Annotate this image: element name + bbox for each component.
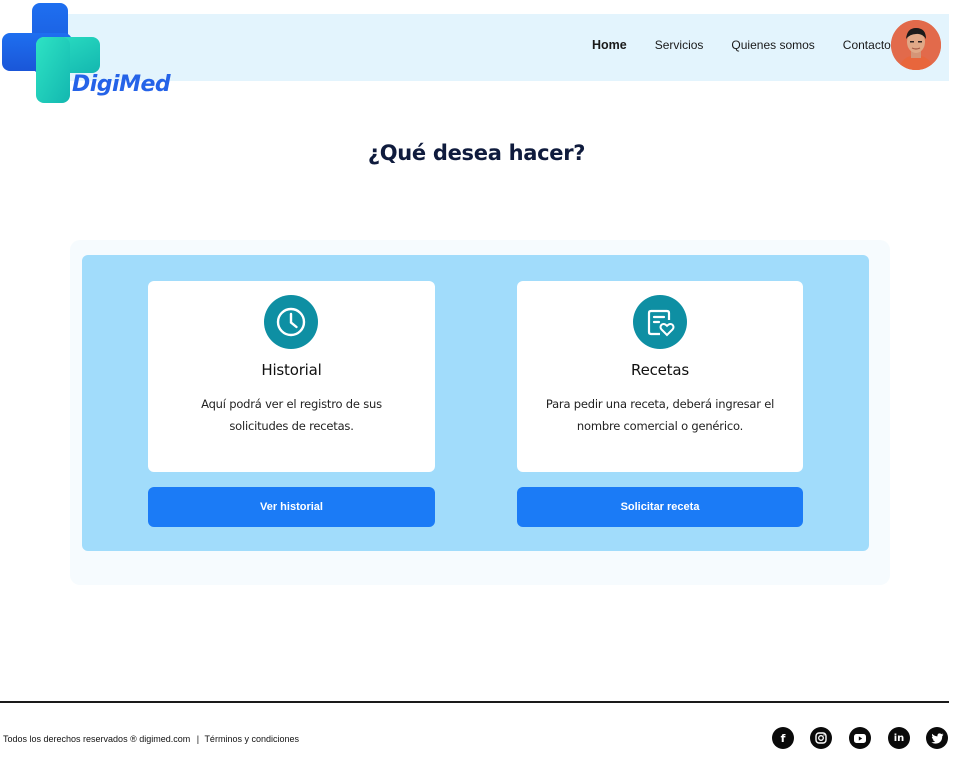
card-historial-description: Aquí podrá ver el registro de sus solici… bbox=[201, 397, 382, 433]
youtube-icon[interactable] bbox=[849, 727, 871, 749]
footer-copyright: Todos los derechos reservados ® digimed.… bbox=[3, 734, 191, 744]
user-avatar[interactable] bbox=[891, 20, 941, 70]
card-historial-title: Historial bbox=[261, 361, 322, 379]
card-recetas-icon-wrap bbox=[633, 295, 687, 349]
logo[interactable]: DigiMed bbox=[0, 0, 171, 108]
card-recetas: Recetas Para pedir una receta, deberá in… bbox=[517, 281, 803, 472]
instagram-icon[interactable] bbox=[810, 727, 832, 749]
user-avatar-icon bbox=[891, 20, 941, 70]
footer-text: Todos los derechos reservados ® digimed.… bbox=[3, 734, 299, 744]
prescription-heart-icon bbox=[647, 309, 675, 337]
nav-home[interactable]: Home bbox=[592, 38, 627, 52]
nav-contacto[interactable]: Contacto bbox=[843, 38, 891, 52]
ver-historial-button[interactable]: Ver historial bbox=[148, 487, 435, 527]
main-nav: Home Servicios Quienes somos Contacto bbox=[592, 38, 891, 52]
linkedin-icon[interactable]: in bbox=[888, 727, 910, 749]
footer-separator: | bbox=[196, 734, 200, 744]
footer-divider bbox=[0, 701, 949, 703]
solicitar-receta-button[interactable]: Solicitar receta bbox=[517, 487, 803, 527]
card-historial-icon-wrap bbox=[264, 295, 318, 349]
linkedin-glyph: in bbox=[893, 732, 905, 744]
youtube-glyph bbox=[854, 733, 866, 743]
clock-icon bbox=[276, 307, 306, 337]
twitter-icon[interactable] bbox=[926, 727, 948, 749]
brand-name: DigiMed bbox=[72, 72, 171, 97]
terms-link[interactable]: Términos y condiciones bbox=[204, 734, 299, 744]
instagram-glyph bbox=[815, 732, 827, 744]
card-recetas-description: Para pedir una receta, deberá ingresar e… bbox=[545, 397, 775, 433]
twitter-glyph bbox=[930, 732, 943, 744]
facebook-glyph: f bbox=[780, 731, 786, 745]
facebook-icon[interactable]: f bbox=[772, 727, 794, 749]
page-title: ¿Qué desea hacer? bbox=[367, 141, 586, 165]
card-historial: Historial Aquí podrá ver el registro de … bbox=[148, 281, 435, 472]
card-recetas-title: Recetas bbox=[631, 361, 689, 379]
nav-quienes-somos[interactable]: Quienes somos bbox=[731, 38, 814, 52]
nav-servicios[interactable]: Servicios bbox=[655, 38, 704, 52]
